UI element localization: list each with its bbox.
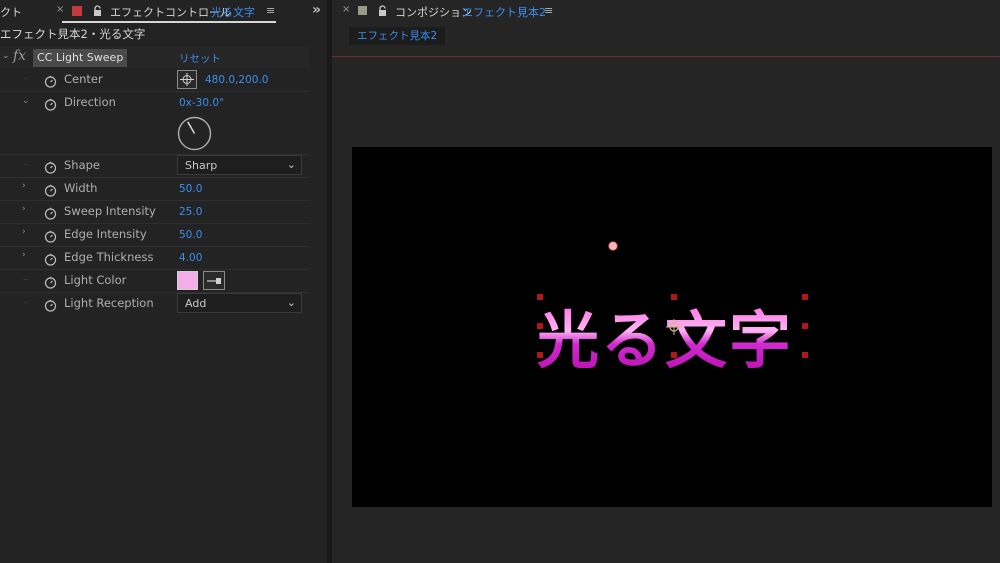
bounding-handle[interactable] bbox=[802, 352, 808, 358]
partial-tab-label[interactable]: クト bbox=[0, 4, 22, 20]
light-center-point[interactable] bbox=[608, 241, 618, 251]
panel-menu-icon[interactable]: ≡ bbox=[544, 4, 553, 17]
property-label: Light Color bbox=[64, 273, 127, 287]
effect-controls-panel: クト × エフェクトコントロール 光る文字 ≡ » エフェクト見本2・光る文字 … bbox=[0, 0, 327, 563]
sweep-intensity-value[interactable]: 25.0 bbox=[179, 206, 202, 218]
property-label: Width bbox=[64, 181, 98, 195]
property-row-sweep-intensity: › Sweep Intensity 25.0 bbox=[0, 200, 309, 223]
stopwatch-icon[interactable] bbox=[44, 73, 57, 88]
tab-layer-name[interactable]: 光る文字 bbox=[211, 4, 255, 20]
bounding-handle[interactable] bbox=[671, 352, 677, 358]
effect-controls-header: エフェクト見本2・光る文字 bbox=[0, 27, 146, 41]
canvas-text[interactable]: 光る文字 bbox=[537, 290, 793, 380]
property-label: Shape bbox=[64, 158, 101, 172]
angle-dial[interactable] bbox=[177, 116, 212, 151]
width-value[interactable]: 50.0 bbox=[179, 183, 202, 195]
row-dash: – bbox=[23, 274, 28, 285]
light-reception-dropdown[interactable]: Add ⌄ bbox=[177, 293, 302, 313]
stopwatch-icon[interactable] bbox=[44, 96, 57, 111]
row-dash: – bbox=[23, 297, 28, 308]
stopwatch-icon[interactable] bbox=[44, 182, 57, 197]
shape-dropdown[interactable]: Sharp ⌄ bbox=[177, 155, 302, 175]
chevron-down-icon[interactable]: ⌄ bbox=[22, 96, 30, 106]
property-label: Direction bbox=[64, 95, 116, 109]
row-dash: – bbox=[23, 159, 28, 170]
chevron-right-icon[interactable]: › bbox=[22, 181, 26, 191]
property-row-light-reception: – Light Reception Add ⌄ bbox=[0, 292, 309, 315]
effect-name[interactable]: CC Light Sweep bbox=[33, 49, 128, 67]
property-label: Center bbox=[64, 72, 103, 86]
property-label: Edge Thickness bbox=[64, 250, 154, 264]
eyedropper-icon[interactable] bbox=[203, 271, 225, 290]
chevron-right-icon[interactable]: › bbox=[22, 204, 26, 214]
tab-close-icon[interactable]: × bbox=[56, 4, 64, 15]
reset-link[interactable]: リセット bbox=[179, 51, 221, 66]
composition-panel: × コンポジション エフェクト見本2 ≡ エフェクト見本2 光る文字 bbox=[332, 0, 1000, 563]
bounding-handle[interactable] bbox=[537, 294, 543, 300]
property-row-width: › Width 50.0 bbox=[0, 177, 309, 200]
property-row-direction: ⌄ Direction 0x-30.0° bbox=[0, 91, 309, 154]
lock-icon[interactable] bbox=[93, 5, 102, 17]
tab-close-icon[interactable]: × bbox=[342, 4, 350, 15]
chevron-down-icon: ⌄ bbox=[286, 158, 296, 171]
center-value[interactable]: 480.0,200.0 bbox=[205, 74, 268, 86]
chevron-down-icon: ⌄ bbox=[286, 296, 296, 309]
anchor-point-icon[interactable] bbox=[666, 319, 682, 335]
property-label: Light Reception bbox=[64, 296, 154, 310]
bounding-handle[interactable] bbox=[671, 294, 677, 300]
stopwatch-icon[interactable] bbox=[44, 297, 57, 312]
bounding-handle[interactable] bbox=[802, 294, 808, 300]
chevron-down-icon[interactable]: ⌄ bbox=[2, 51, 10, 61]
effect-controls-tabbar: クト × エフェクトコントロール 光る文字 ≡ » bbox=[0, 0, 327, 24]
tab-composition-name[interactable]: エフェクト見本2 bbox=[462, 4, 546, 20]
stopwatch-icon[interactable] bbox=[44, 159, 57, 174]
crosshair-target-icon[interactable] bbox=[177, 70, 197, 89]
expand-panels-icon[interactable]: » bbox=[312, 2, 321, 18]
bounding-handle[interactable] bbox=[537, 352, 543, 358]
chevron-right-icon[interactable]: › bbox=[22, 227, 26, 237]
panel-header-line bbox=[332, 56, 1000, 57]
property-row-shape: – Shape Sharp ⌄ bbox=[0, 154, 309, 177]
chevron-right-icon[interactable]: › bbox=[22, 250, 26, 260]
stopwatch-icon[interactable] bbox=[44, 205, 57, 220]
bounding-handle[interactable] bbox=[802, 323, 808, 329]
layer-color-icon bbox=[72, 6, 82, 16]
lock-icon[interactable] bbox=[378, 5, 387, 17]
panel-menu-icon[interactable]: ≡ bbox=[266, 4, 275, 17]
tab-composition[interactable]: コンポジション bbox=[395, 4, 472, 20]
composition-viewer[interactable]: 光る文字 bbox=[352, 147, 992, 507]
dropdown-value: Add bbox=[185, 297, 207, 310]
property-row-edge-intensity: › Edge Intensity 50.0 bbox=[0, 223, 309, 246]
property-label: Edge Intensity bbox=[64, 227, 147, 241]
property-label: Sweep Intensity bbox=[64, 204, 156, 218]
edge-thickness-value[interactable]: 4.00 bbox=[179, 252, 202, 264]
color-swatch[interactable] bbox=[177, 271, 198, 290]
bounding-handle[interactable] bbox=[537, 323, 543, 329]
dropdown-value: Sharp bbox=[185, 159, 218, 172]
active-tab-underline bbox=[62, 21, 276, 23]
stopwatch-icon[interactable] bbox=[44, 274, 57, 289]
composition-breadcrumb[interactable]: エフェクト見本2 bbox=[349, 27, 446, 45]
stopwatch-icon[interactable] bbox=[44, 228, 57, 243]
edge-intensity-value[interactable]: 50.0 bbox=[179, 229, 202, 241]
composition-color-icon bbox=[358, 6, 367, 15]
property-row-light-color: – Light Color bbox=[0, 269, 309, 292]
property-row-edge-thickness: › Edge Thickness 4.00 bbox=[0, 246, 309, 269]
stopwatch-icon[interactable] bbox=[44, 251, 57, 266]
fx-toggle-icon[interactable]: fx bbox=[13, 48, 26, 64]
direction-value[interactable]: 0x-30.0° bbox=[179, 97, 224, 109]
property-row-center: – Center 480.0,200.0 bbox=[0, 68, 309, 91]
row-dash: – bbox=[23, 73, 28, 84]
effect-row: ⌄ fx CC Light Sweep リセット bbox=[0, 47, 309, 68]
